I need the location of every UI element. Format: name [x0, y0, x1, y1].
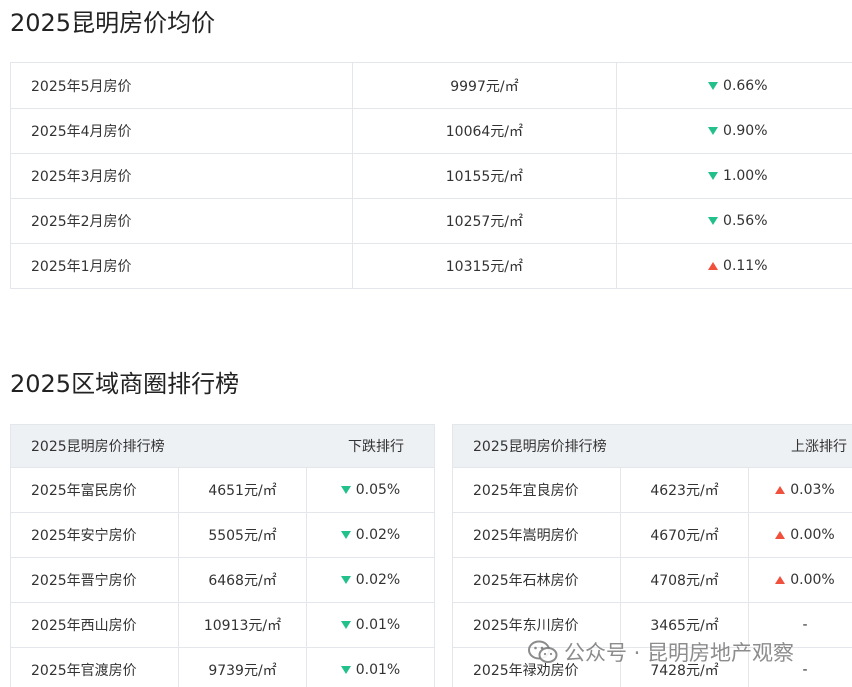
- month-label: 2025年4月房价: [31, 124, 132, 140]
- page: 2025昆明房价均价 2025年5月房价 9997元/㎡ 0.66% 2025年…: [0, 0, 852, 687]
- month-change: 0.56%: [615, 199, 852, 243]
- district-label: 2025年西山房价: [31, 618, 137, 634]
- month-price: 10315元/㎡: [352, 244, 615, 288]
- change-value: -: [802, 617, 808, 633]
- change-value: 0.01%: [355, 662, 401, 678]
- up-arrow-icon: [775, 486, 786, 494]
- district-price: 9739元/㎡: [178, 648, 306, 687]
- down-arrow-icon: [340, 621, 351, 629]
- down-arrow-icon: [708, 172, 719, 180]
- change-value: 0.56%: [723, 213, 768, 229]
- month-label: 2025年1月房价: [31, 259, 132, 275]
- table-row: 2025年宜良房价 4623元/㎡ 0.03%: [453, 467, 852, 512]
- down-arrow-icon: [708, 81, 719, 90]
- table-row: 2025年西山房价 10913元/㎡ 0.01%: [11, 602, 434, 647]
- district-price: 10913元/㎡: [178, 603, 306, 647]
- down-arrow-icon: [340, 576, 351, 584]
- district-label: 2025年官渡房价: [31, 663, 137, 679]
- up-arrow-icon: [775, 531, 786, 539]
- month-label: 2025年2月房价: [31, 214, 132, 230]
- table-row: 2025年富民房价 4651元/㎡ 0.05%: [11, 467, 434, 512]
- table-row: 2025年4月房价 10064元/㎡ 0.90%: [11, 108, 852, 153]
- district-price: 4623元/㎡: [620, 468, 748, 512]
- month-label: 2025年3月房价: [31, 169, 132, 185]
- district-price: 4670元/㎡: [620, 513, 748, 557]
- change-value: 0.01%: [355, 617, 401, 633]
- district-price: 6468元/㎡: [178, 558, 306, 602]
- month-label: 2025年5月房价: [31, 78, 132, 95]
- district-change: 0.05%: [306, 468, 434, 512]
- wechat-icon: [528, 640, 558, 663]
- month-price: 10155元/㎡: [352, 154, 615, 198]
- table-row: 2025年官渡房价 9739元/㎡ 0.01%: [11, 647, 434, 687]
- table-row: 2025年晋宁房价 6468元/㎡ 0.02%: [11, 557, 434, 602]
- section-title-district-ranking: 2025区域商圈排行榜: [10, 370, 240, 398]
- table-row: 2025年3月房价 10155元/㎡ 1.00%: [11, 153, 852, 198]
- month-change: 0.90%: [615, 109, 852, 153]
- district-price: 4708元/㎡: [620, 558, 748, 602]
- change-value: 0.66%: [723, 77, 768, 94]
- month-change: 1.00%: [615, 154, 852, 198]
- down-arrow-icon: [340, 531, 351, 539]
- header-title: 2025昆明房价排行榜: [473, 439, 607, 455]
- district-change: 0.00%: [748, 558, 852, 602]
- change-value: 0.11%: [723, 258, 768, 274]
- month-price: 10257元/㎡: [352, 199, 615, 243]
- watermark: 公众号 · 昆明房地产观察: [528, 636, 794, 668]
- change-value: 1.00%: [723, 168, 768, 184]
- header-title: 2025昆明房价排行榜: [31, 439, 165, 455]
- month-change: 0.66%: [615, 63, 852, 108]
- table-row: 2025年安宁房价 5505元/㎡ 0.02%: [11, 512, 434, 557]
- district-label: 2025年嵩明房价: [473, 528, 579, 544]
- watermark-text: 公众号 · 昆明房地产观察: [564, 641, 795, 665]
- table-header: 2025昆明房价排行榜 上涨排行: [453, 425, 852, 467]
- district-label: 2025年晋宁房价: [31, 573, 137, 589]
- header-sort-label: 上涨排行: [791, 439, 847, 455]
- change-value: 0.90%: [723, 123, 768, 139]
- district-price: 5505元/㎡: [178, 513, 306, 557]
- change-value: 0.05%: [355, 482, 401, 498]
- district-change: 0.02%: [306, 513, 434, 557]
- header-sort-label: 下跌排行: [348, 439, 404, 455]
- change-value: 0.02%: [355, 527, 401, 543]
- month-change: 0.11%: [615, 244, 852, 288]
- down-arrow-icon: [708, 127, 719, 135]
- district-label: 2025年宜良房价: [473, 483, 579, 499]
- table-row: 2025年1月房价 10315元/㎡ 0.11%: [11, 243, 852, 288]
- district-change: 0.03%: [748, 468, 852, 512]
- table-header: 2025昆明房价排行榜 下跌排行: [11, 425, 434, 467]
- district-change: 0.02%: [306, 558, 434, 602]
- month-price: 9997元/㎡: [352, 63, 615, 108]
- district-change: 0.01%: [306, 603, 434, 647]
- up-arrow-icon: [708, 262, 719, 270]
- monthly-price-table: 2025年5月房价 9997元/㎡ 0.66% 2025年4月房价 10064元…: [10, 62, 852, 289]
- change-value: 0.03%: [790, 482, 835, 498]
- table-row: 2025年石林房价 4708元/㎡ 0.00%: [453, 557, 852, 602]
- change-value: -: [802, 662, 808, 678]
- table-row: 2025年5月房价 9997元/㎡ 0.66%: [11, 63, 852, 108]
- down-arrow-icon: [708, 217, 719, 225]
- decline-ranking-table: 2025昆明房价排行榜 下跌排行 2025年富民房价 4651元/㎡ 0.05%…: [10, 424, 435, 687]
- month-price: 10064元/㎡: [352, 109, 615, 153]
- up-arrow-icon: [775, 576, 786, 584]
- section-title-monthly-prices: 2025昆明房价均价: [10, 9, 216, 37]
- change-value: 0.00%: [790, 527, 835, 543]
- down-arrow-icon: [340, 666, 351, 674]
- table-row: 2025年2月房价 10257元/㎡ 0.56%: [11, 198, 852, 243]
- district-change: 0.01%: [306, 648, 434, 687]
- table-row: 2025年嵩明房价 4670元/㎡ 0.00%: [453, 512, 852, 557]
- down-arrow-icon: [340, 486, 351, 494]
- district-change: 0.00%: [748, 513, 852, 557]
- district-price: 4651元/㎡: [178, 468, 306, 512]
- change-value: 0.00%: [790, 572, 835, 588]
- change-value: 0.02%: [355, 572, 401, 588]
- district-label: 2025年安宁房价: [31, 528, 137, 544]
- district-label: 2025年富民房价: [31, 483, 137, 499]
- district-label: 2025年石林房价: [473, 573, 579, 589]
